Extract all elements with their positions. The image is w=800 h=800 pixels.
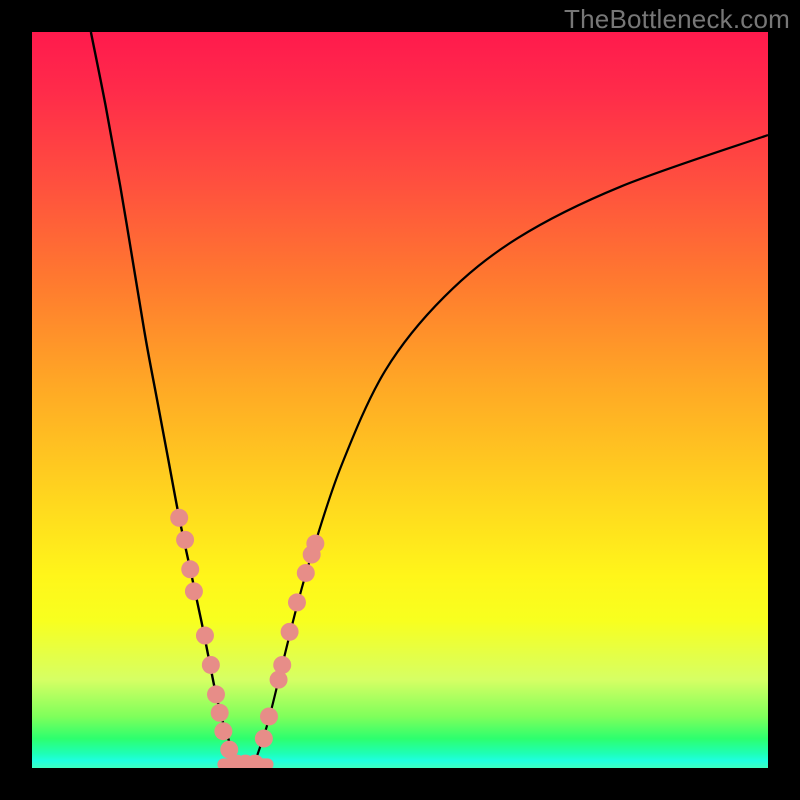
data-dot xyxy=(255,730,273,748)
data-dot xyxy=(260,707,278,725)
data-dot xyxy=(176,531,194,549)
data-dot xyxy=(297,564,315,582)
plot-area xyxy=(32,32,768,768)
data-dot xyxy=(288,593,306,611)
data-dot xyxy=(281,623,299,641)
data-dot xyxy=(185,582,203,600)
data-dot xyxy=(181,560,199,578)
watermark-text: TheBottleneck.com xyxy=(564,4,790,35)
curve-right-branch xyxy=(253,135,768,768)
dot-group xyxy=(170,509,324,768)
curve-group xyxy=(91,32,768,768)
data-dot xyxy=(170,509,188,527)
data-dot xyxy=(207,685,225,703)
data-dot xyxy=(211,704,229,722)
data-dot xyxy=(196,627,214,645)
chart-svg xyxy=(32,32,768,768)
data-dot xyxy=(273,656,291,674)
outer-frame: TheBottleneck.com xyxy=(0,0,800,800)
data-dot xyxy=(306,535,324,553)
data-dot xyxy=(202,656,220,674)
data-dot xyxy=(214,722,232,740)
